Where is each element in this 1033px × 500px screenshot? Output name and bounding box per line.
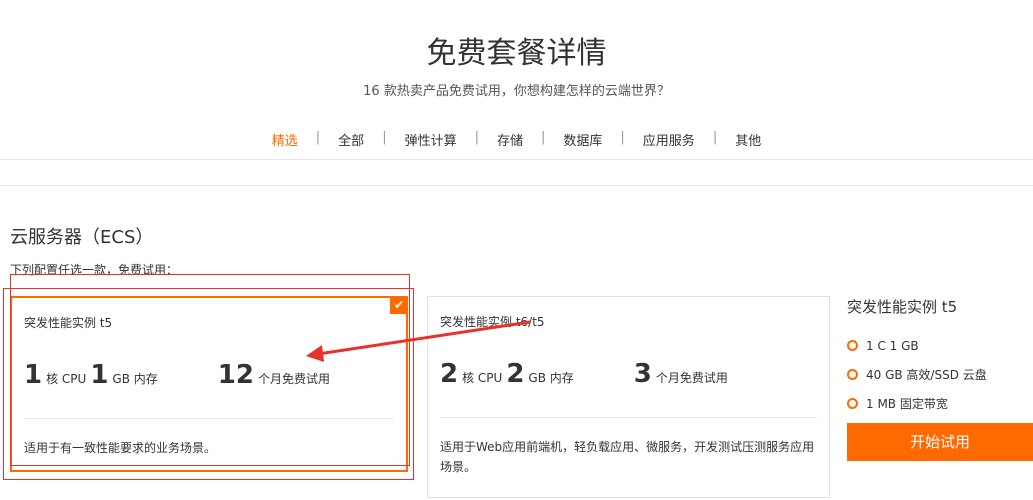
divider (0, 185, 1033, 186)
page-title: 免费套餐详情 (426, 36, 607, 71)
summary-item-label: 1 MB 固定带宽 (866, 397, 948, 411)
memory-value: 2 (506, 359, 525, 389)
instance-card-t6[interactable]: 突发性能实例 t6/t5 2 核 CPU 2 GB 内存 3 个月免费试用 适用… (427, 296, 830, 498)
cpu-unit: 核 CPU (462, 371, 503, 385)
card-description: 适用于Web应用前端机，轻负载应用、微服务，开发测试压测服务应用场景。 (440, 440, 815, 474)
summary-item-label: 40 GB 高效/SSD 云盘 (866, 368, 987, 382)
summary-item: 1 C 1 GB (847, 331, 1033, 360)
category-tabs: 精选 | 全部 | 弹性计算 | 存储 | 数据库 | 应用服务 | 其他 (0, 130, 1033, 149)
tab-elastic-compute[interactable]: 弹性计算 (387, 130, 475, 149)
section-title: 云服务器（ECS） (10, 227, 154, 248)
instance-card-t5[interactable]: 突发性能实例 t5 ✔ 1 核 CPU 1 GB 内存 12 个月免费试用 适用… (10, 296, 408, 472)
card-divider (24, 418, 394, 419)
summary-item: 1 MB 固定带宽 (847, 389, 1033, 418)
memory-unit: GB 内存 (528, 371, 574, 385)
trial-unit: 个月免费试用 (655, 371, 728, 385)
card-specs: 2 核 CPU 2 GB 内存 3 个月免费试用 (440, 359, 732, 389)
summary-title: 突发性能实例 t5 (847, 298, 958, 316)
section-hint: 下列配置任选一款，免费试用： (10, 263, 179, 277)
tab-database[interactable]: 数据库 (545, 130, 620, 149)
tab-other[interactable]: 其他 (717, 130, 779, 149)
card-title: 突发性能实例 t6/t5 (440, 315, 545, 329)
memory-unit: GB 内存 (112, 372, 158, 386)
trial-unit: 个月免费试用 (257, 372, 330, 386)
tab-storage[interactable]: 存储 (479, 130, 541, 149)
trial-value: 12 (217, 360, 254, 390)
checkmark-icon: ✔ (390, 296, 408, 314)
memory-value: 1 (90, 360, 109, 390)
start-trial-button[interactable]: 开始试用 (847, 423, 1033, 461)
circle-icon (847, 398, 858, 409)
card-title: 突发性能实例 t5 (24, 316, 113, 330)
card-divider (440, 417, 817, 418)
card-specs: 1 核 CPU 1 GB 内存 12 个月免费试用 (24, 360, 334, 390)
tab-all[interactable]: 全部 (320, 130, 382, 149)
card-description: 适用于有一致性能要求的业务场景。 (24, 441, 217, 455)
trial-value: 3 (633, 359, 652, 389)
summary-item-label: 1 C 1 GB (866, 338, 919, 353)
cpu-value: 1 (24, 360, 43, 390)
summary-item: 40 GB 高效/SSD 云盘 (847, 360, 1033, 389)
page-subtitle: 16 款热卖产品免费试用，你想构建怎样的云端世界？ (363, 84, 670, 99)
tab-featured[interactable]: 精选 (254, 130, 316, 149)
cpu-unit: 核 CPU (46, 372, 87, 386)
cpu-value: 2 (440, 359, 459, 389)
divider (0, 159, 1033, 160)
tab-app-services[interactable]: 应用服务 (625, 130, 713, 149)
circle-icon (847, 369, 858, 380)
summary-panel: 突发性能实例 t5 1 C 1 GB 40 GB 高效/SSD 云盘 1 MB … (847, 296, 1033, 418)
circle-icon (847, 340, 858, 351)
